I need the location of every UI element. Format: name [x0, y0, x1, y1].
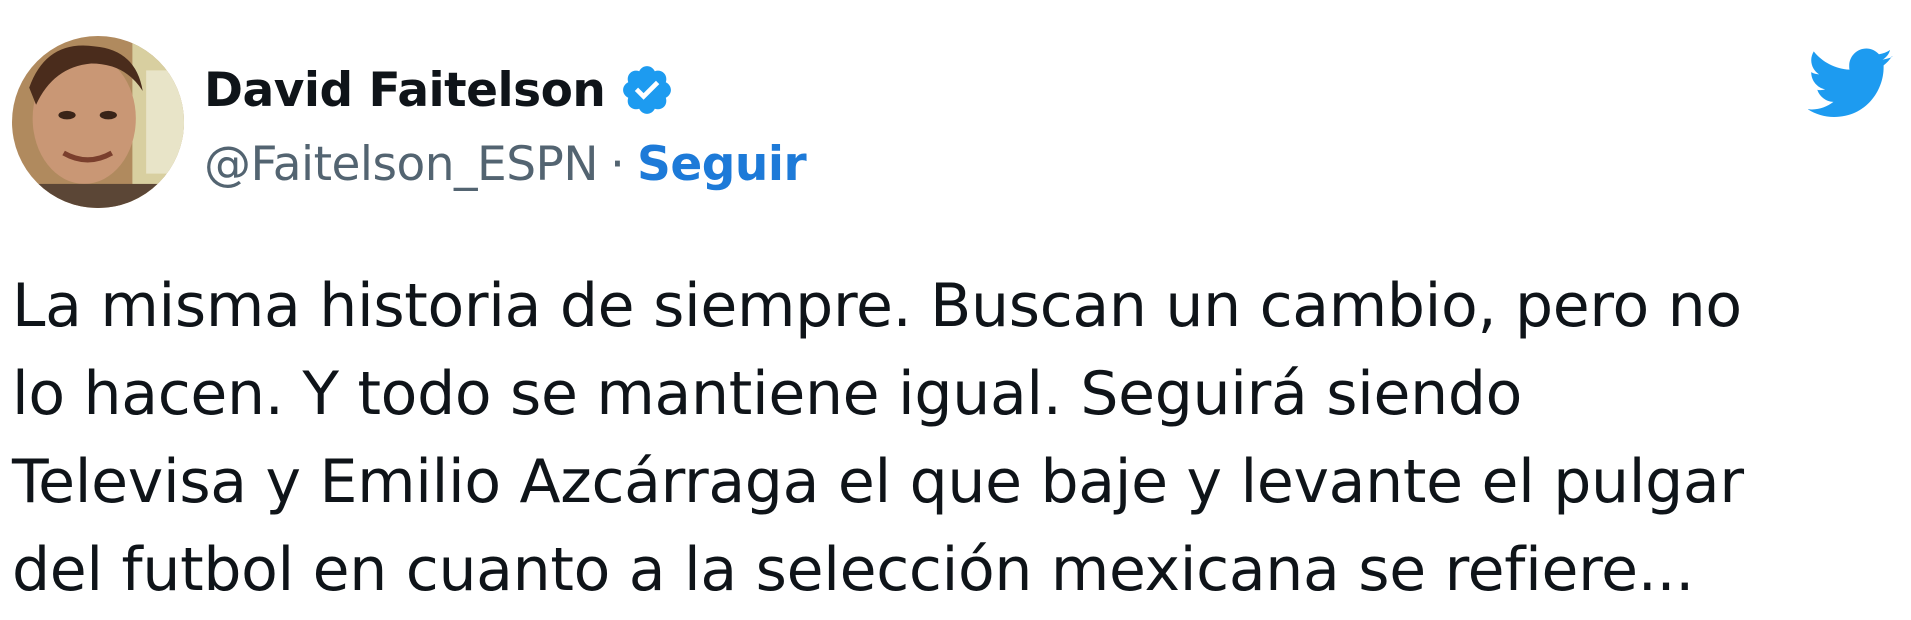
twitter-bird-icon[interactable]: [1808, 48, 1894, 120]
separator-dot: ·: [610, 136, 625, 192]
tweet-text-line: Televisa y Emilio Azcárraga el que baje …: [12, 447, 1744, 517]
tweet-text-line: La misma historia de siempre. Buscan un …: [12, 271, 1742, 341]
author-handle-row: @Faitelson_ESPN · Seguir: [204, 134, 807, 194]
verified-badge-icon: [619, 62, 675, 118]
tweet-text-line: del futbol en cuanto a la selección mexi…: [12, 535, 1695, 605]
follow-button[interactable]: Seguir: [637, 137, 807, 192]
tweet-text: La misma historia de siempre. Buscan un …: [12, 262, 1902, 614]
avatar[interactable]: [12, 36, 184, 208]
author-display-name[interactable]: David Faitelson: [204, 63, 606, 118]
avatar-photo: [12, 36, 184, 208]
author-handle[interactable]: @Faitelson_ESPN: [204, 137, 599, 192]
author-name-row: David Faitelson: [204, 60, 675, 120]
tweet-text-line: lo hacen. Y todo se mantiene igual. Segu…: [12, 359, 1523, 429]
tweet-card: David Faitelson @Faitelson_ESPN · Seguir…: [0, 0, 1911, 620]
